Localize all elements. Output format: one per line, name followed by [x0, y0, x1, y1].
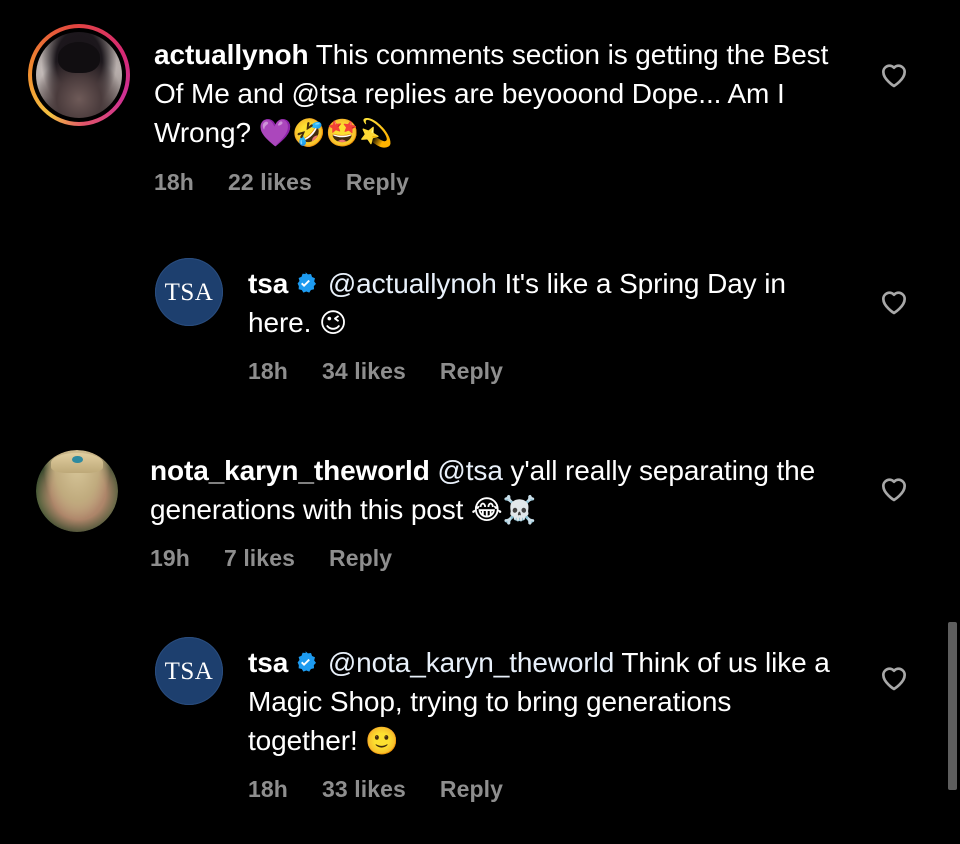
comment-reply-button[interactable]: Reply: [329, 545, 392, 572]
avatar[interactable]: [28, 24, 130, 126]
comment-text: tsa @actuallynoh It's like a Spring Day …: [248, 264, 848, 343]
comment-mention[interactable]: @nota_karyn_theworld: [328, 647, 614, 678]
comment-body: tsa @nota_karyn_theworld Think of us lik…: [248, 637, 848, 803]
comments-thread: actuallynoh This comments section is get…: [0, 0, 960, 844]
comment-text: tsa @nota_karyn_theworld Think of us lik…: [248, 643, 848, 761]
comment-username[interactable]: nota_karyn_theworld: [150, 455, 430, 486]
comment-username[interactable]: tsa: [248, 647, 288, 678]
like-heart-icon[interactable]: [877, 57, 911, 91]
comment-timestamp: 18h: [154, 169, 194, 195]
avatar[interactable]: [36, 450, 118, 532]
comment-emojis: 😉: [319, 308, 348, 339]
comment-timestamp: 19h: [150, 545, 190, 571]
comment-emojis: 😂☠️: [471, 495, 537, 526]
comment-emojis: 🙂: [365, 726, 399, 757]
comment-like-count[interactable]: 7 likes: [224, 545, 295, 572]
comment-item[interactable]: actuallynoh This comments section is get…: [28, 24, 960, 196]
comment-mention[interactable]: @tsa: [437, 455, 502, 486]
avatar-image-tsa[interactable]: TSA: [155, 637, 223, 705]
comment-like-count[interactable]: 33 likes: [322, 776, 406, 803]
verified-badge-icon: [293, 646, 318, 672]
comment-text: nota_karyn_theworld @tsa y'all really se…: [150, 451, 850, 530]
comment-body: nota_karyn_theworld @tsa y'all really se…: [150, 450, 850, 572]
comment-meta: 18h 34 likes Reply: [248, 358, 848, 385]
avatar-image-karyn[interactable]: [36, 450, 118, 532]
tsa-logo-text: TSA: [164, 657, 214, 685]
comment-body: tsa @actuallynoh It's like a Spring Day …: [248, 258, 848, 385]
comment-timestamp: 18h: [248, 358, 288, 384]
avatar-image-actuallynoh[interactable]: [36, 32, 122, 118]
story-ring: [28, 24, 130, 126]
scrollbar-thumb[interactable]: [948, 622, 957, 790]
comment-username[interactable]: actuallynoh: [154, 39, 309, 70]
comment-item[interactable]: nota_karyn_theworld @tsa y'all really se…: [36, 450, 960, 572]
comment-reply-button[interactable]: Reply: [440, 776, 503, 803]
avatar[interactable]: TSA: [155, 637, 223, 705]
like-heart-icon[interactable]: [877, 660, 911, 694]
comment-like-count[interactable]: 34 likes: [322, 358, 406, 385]
comment-emojis: 💜🤣🤩💫: [258, 118, 393, 149]
comment-username[interactable]: tsa: [248, 268, 288, 299]
avatar[interactable]: TSA: [155, 258, 223, 326]
comment-item[interactable]: TSA tsa @nota_karyn_theworld Think of us…: [155, 637, 960, 803]
comment-meta: 18h 22 likes Reply: [154, 169, 862, 196]
comment-mention[interactable]: @actuallynoh: [328, 268, 497, 299]
comment-meta: 19h 7 likes Reply: [150, 545, 850, 572]
comment-item[interactable]: TSA tsa @actuallynoh It's like a Spring …: [155, 258, 960, 385]
comment-timestamp: 18h: [248, 776, 288, 802]
comment-meta: 18h 33 likes Reply: [248, 776, 848, 803]
comment-reply-button[interactable]: Reply: [346, 169, 409, 196]
tsa-logo-text: TSA: [164, 278, 214, 306]
comment-like-count[interactable]: 22 likes: [228, 169, 312, 196]
comment-body: actuallynoh This comments section is get…: [154, 24, 862, 196]
avatar-image-tsa[interactable]: TSA: [155, 258, 223, 326]
comment-text: actuallynoh This comments section is get…: [154, 35, 862, 153]
verified-badge-icon: [293, 267, 318, 293]
comment-reply-button[interactable]: Reply: [440, 358, 503, 385]
like-heart-icon[interactable]: [877, 471, 911, 505]
like-heart-icon[interactable]: [877, 284, 911, 318]
scrollbar-track[interactable]: [948, 0, 960, 844]
